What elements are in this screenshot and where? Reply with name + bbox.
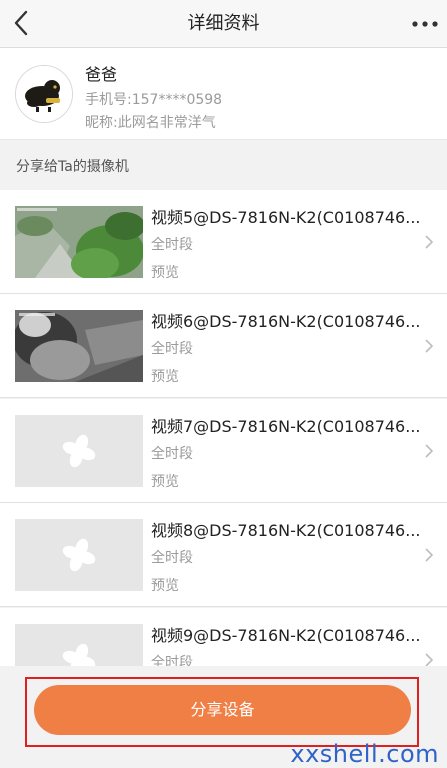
camera-time-range: 全时段 [151, 341, 193, 357]
watermark-text: xxshell.com [290, 740, 439, 768]
nav-header: 详细资料 [0, 0, 447, 48]
camera-time-range: 全时段 [151, 550, 193, 566]
shared-cameras-heading: 分享给Ta的摄像机 [16, 159, 129, 175]
camera-thumbnail [15, 519, 143, 591]
placeholder-fan-icon [62, 538, 96, 572]
more-dots-icon [412, 21, 438, 27]
camera-permission: 预览 [151, 265, 179, 281]
camera-permission: 预览 [151, 578, 179, 594]
camera-thumbnail [15, 206, 143, 278]
camera-list-item[interactable]: 视频9@DS-7816N-K2(C0108746... 全时段 预览 [0, 608, 447, 666]
camera-name: 视频8@DS-7816N-K2(C0108746... [151, 521, 421, 540]
camera-thumbnail [15, 415, 143, 487]
camera-time-range: 全时段 [151, 446, 193, 462]
camera-name: 视频5@DS-7816N-K2(C0108746... [151, 208, 421, 227]
placeholder-fan-icon [62, 434, 96, 468]
chevron-right-icon [425, 548, 434, 562]
camera-thumbnail [15, 624, 143, 666]
chevron-right-icon [425, 444, 434, 458]
profile-card: 爸爸 手机号:157****0598 昵称:此网名非常洋气 [0, 48, 447, 140]
page-title: 详细资料 [187, 13, 260, 34]
camera-permission: 预览 [151, 369, 179, 385]
share-device-button[interactable]: 分享设备 [34, 685, 411, 735]
camera-name: 视频6@DS-7816N-K2(C0108746... [151, 312, 421, 331]
chevron-right-icon [425, 235, 434, 249]
avatar-image [16, 66, 72, 122]
chevron-right-icon [425, 339, 434, 353]
camera-list-item[interactable]: 视频7@DS-7816N-K2(C0108746... 全时段 预览 [0, 399, 447, 503]
camera-list-item[interactable]: 视频8@DS-7816N-K2(C0108746... 全时段 预览 [0, 503, 447, 607]
placeholder-fan-icon [62, 643, 96, 666]
contact-phone: 手机号:157****0598 [85, 92, 223, 108]
contact-nickname: 昵称:此网名非常洋气 [85, 115, 216, 131]
chevron-right-icon [425, 653, 434, 666]
contact-name: 爸爸 [85, 65, 118, 84]
camera-name: 视频7@DS-7816N-K2(C0108746... [151, 417, 421, 436]
camera-thumbnail [15, 310, 143, 382]
camera-snapshot-image [15, 310, 143, 382]
more-button[interactable] [409, 10, 441, 38]
camera-list-item[interactable]: 视频5@DS-7816N-K2(C0108746... 全时段 预览 [0, 190, 447, 294]
camera-time-range: 全时段 [151, 655, 193, 666]
camera-name: 视频9@DS-7816N-K2(C0108746... [151, 626, 421, 645]
camera-list[interactable]: 视频5@DS-7816N-K2(C0108746... 全时段 预览 视频6@D… [0, 190, 447, 666]
camera-snapshot-image [15, 206, 143, 278]
avatar[interactable] [15, 65, 73, 123]
camera-time-range: 全时段 [151, 237, 193, 253]
camera-list-item[interactable]: 视频6@DS-7816N-K2(C0108746... 全时段 预览 [0, 294, 447, 398]
camera-permission: 预览 [151, 474, 179, 490]
